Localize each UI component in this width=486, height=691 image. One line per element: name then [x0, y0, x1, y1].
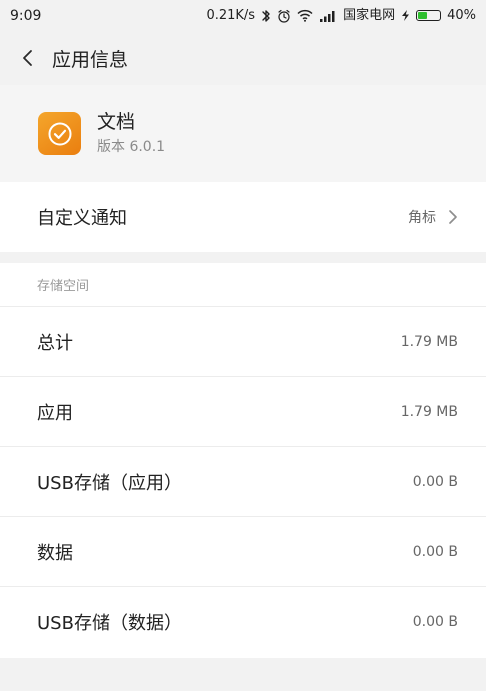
status-bar: 9:09 0.21K/s 国家电网 40%: [0, 0, 486, 31]
app-version: 版本 6.0.1: [97, 139, 166, 156]
storage-label: 数据: [37, 542, 73, 564]
signal-icon: [319, 10, 337, 22]
check-circle-icon: [48, 122, 71, 145]
storage-value: 0.00 B: [412, 614, 458, 630]
storage-row-total: 总计 1.79 MB: [0, 307, 486, 377]
storage-value: 0.00 B: [412, 543, 458, 560]
battery-icon: [416, 10, 442, 21]
storage-label: USB存储（应用）: [37, 472, 182, 494]
back-button[interactable]: [18, 46, 36, 70]
app-meta: 文档 版本 6.0.1: [97, 111, 165, 157]
chevron-right-icon: [449, 210, 457, 224]
chevron-left-icon: [23, 50, 32, 66]
custom-notification-value-wrap: 角标: [408, 207, 458, 227]
status-indicators: 0.21K/s 国家电网 40%: [206, 9, 476, 23]
storage-value: 1.79 MB: [400, 403, 458, 420]
storage-row-data: 数据 0.00 B: [0, 517, 486, 587]
carrier-name: 国家电网: [343, 8, 396, 23]
battery-percent: 40%: [447, 8, 476, 23]
storage-row-usb-data: USB存储（数据） 0.00 B: [0, 587, 486, 657]
storage-label: USB存储（数据）: [37, 613, 182, 634]
bluetooth-icon: [261, 9, 271, 23]
storage-value: 1.79 MB: [400, 333, 458, 350]
storage-label: 应用: [37, 402, 73, 424]
custom-notification-label: 自定义通知: [37, 208, 127, 229]
custom-notification-row[interactable]: 自定义通知 角标: [0, 182, 486, 252]
storage-row-usb-app: USB存储（应用） 0.00 B: [0, 447, 486, 517]
app-summary-panel: 文档 版本 6.0.1: [0, 85, 486, 182]
storage-value: 0.00 B: [412, 473, 458, 490]
custom-notification-value: 角标: [408, 210, 436, 226]
alarm-icon: [277, 9, 291, 23]
app-info-header: 应用信息: [0, 31, 486, 85]
status-time: 9:09: [10, 7, 42, 24]
storage-section: 存储空间 总计 1.79 MB 应用 1.79 MB USB存储（应用） 0.0…: [0, 263, 486, 658]
network-speed: 0.21K/s: [206, 8, 256, 23]
storage-row-app: 应用 1.79 MB: [0, 377, 486, 447]
section-separator: [0, 252, 486, 263]
app-name: 文档: [97, 110, 136, 133]
storage-section-title: 存储空间: [0, 263, 486, 307]
bottom-separator: [0, 658, 486, 691]
charging-icon: [401, 9, 410, 22]
storage-label: 总计: [37, 332, 73, 354]
wifi-icon: [297, 9, 313, 22]
page-title: 应用信息: [52, 48, 129, 71]
app-icon: [38, 112, 81, 155]
